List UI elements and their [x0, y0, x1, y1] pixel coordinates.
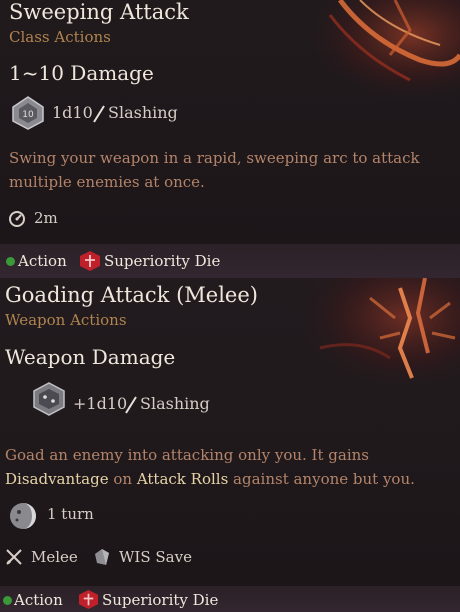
cost-resource-label: Superiority Die — [104, 252, 221, 270]
ability-description: Goad an enemy into attacking only you. I… — [5, 446, 415, 488]
cost-footer: Action Superiority Die — [0, 586, 460, 612]
slash-icon — [93, 105, 105, 123]
superiority-die-icon — [80, 251, 100, 271]
duration-icon — [10, 503, 36, 529]
attack-type: Melee — [31, 548, 78, 566]
range-value: 2m — [34, 209, 58, 227]
damage-type: Slashing — [108, 103, 178, 122]
dice-icon: 10 — [12, 96, 44, 130]
damage-heading: 1~10 Damage — [9, 61, 154, 85]
ability-title: Goading Attack (Melee) — [5, 283, 258, 307]
cost-footer: Action Superiority Die — [0, 244, 460, 278]
link-disadvantage[interactable]: Disadvantage — [5, 470, 109, 488]
save-icon — [95, 549, 109, 565]
ability-description: Swing your weapon in a rapid, sweeping a… — [9, 149, 420, 191]
action-dot-icon — [3, 596, 12, 605]
cost-resource-label: Superiority Die — [102, 591, 219, 609]
ability-art — [300, 0, 460, 100]
tooltip-sweeping-attack: Sweeping Attack Class Actions 1~10 Damag… — [0, 0, 460, 244]
action-dot-icon — [6, 257, 15, 266]
link-attack-rolls[interactable]: Attack Rolls — [137, 470, 228, 488]
ability-category: Weapon Actions — [5, 311, 127, 329]
damage-heading: Weapon Damage — [5, 345, 176, 369]
svg-text:10: 10 — [22, 110, 34, 120]
cost-action-label: Action — [18, 252, 67, 270]
damage-type: Slashing — [140, 394, 210, 413]
dice-icon — [33, 382, 65, 416]
damage-roll: 1d10 — [52, 103, 93, 122]
superiority-die-icon — [78, 589, 99, 610]
saving-throw: WIS Save — [119, 548, 192, 566]
ability-title: Sweeping Attack — [9, 0, 189, 24]
damage-roll: +1d10 — [73, 394, 128, 413]
tooltip-separator — [0, 572, 460, 586]
melee-icon — [6, 549, 22, 565]
cost-action-label: Action — [14, 591, 63, 609]
ability-art — [300, 278, 460, 388]
slash-icon — [125, 396, 137, 414]
range-icon — [9, 211, 25, 227]
duration-value: 1 turn — [47, 505, 94, 523]
ability-category: Class Actions — [9, 28, 111, 46]
tooltip-goading-attack: Goading Attack (Melee) Weapon Actions We… — [0, 278, 460, 572]
